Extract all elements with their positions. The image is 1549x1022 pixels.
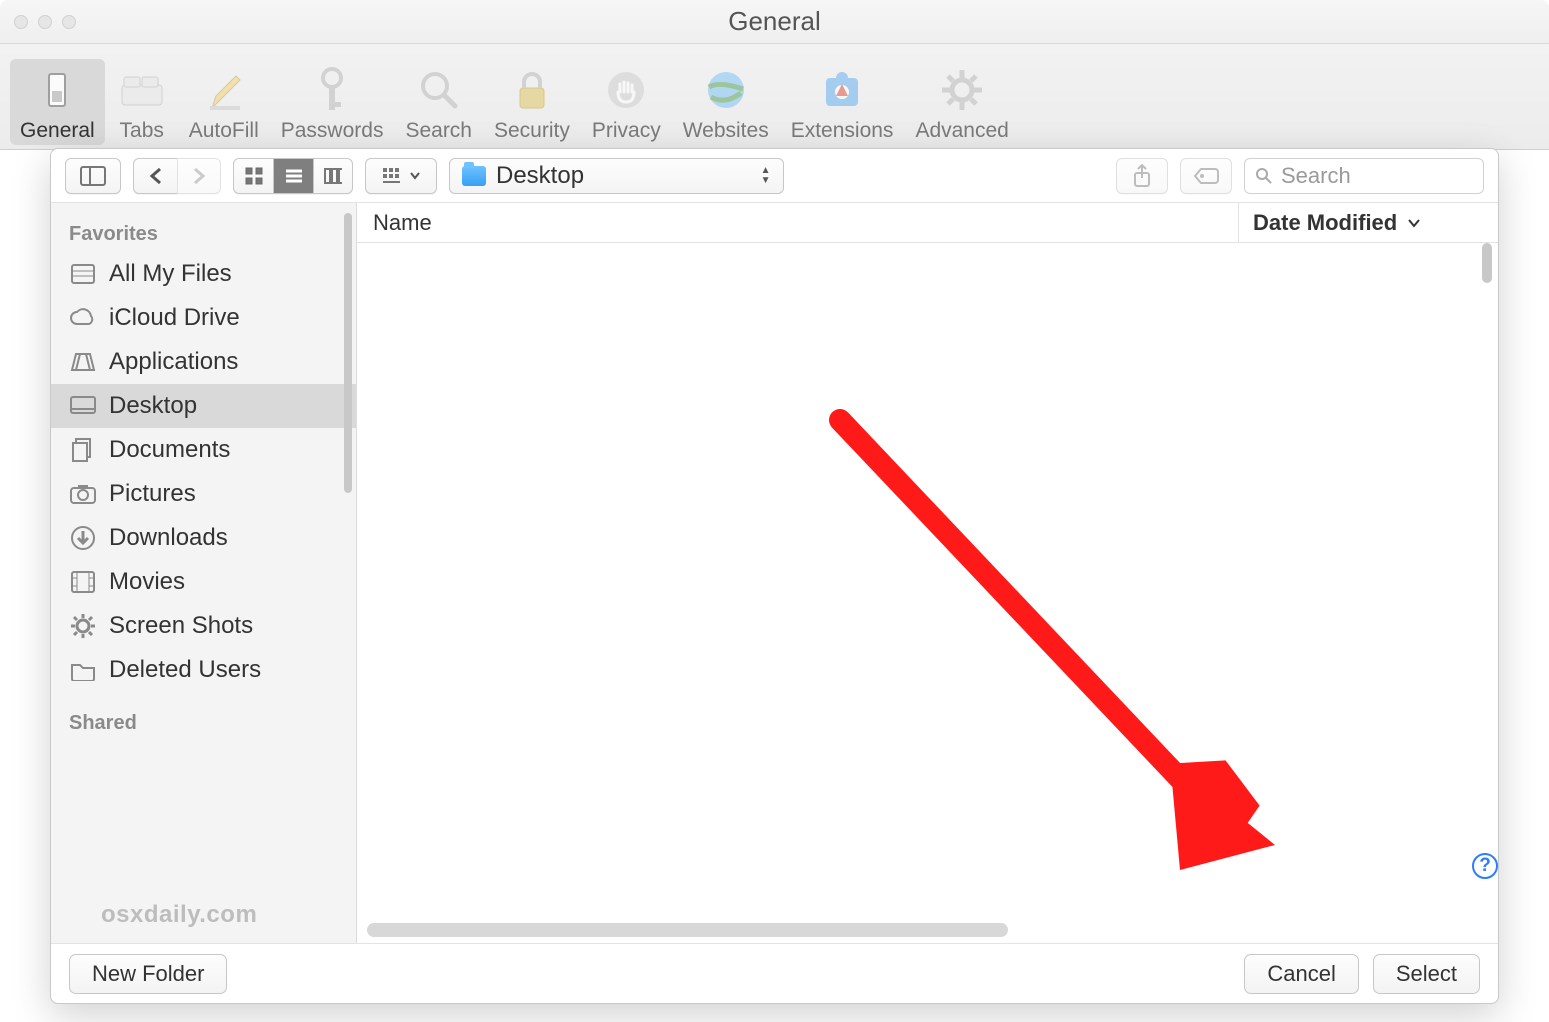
desktop-icon (69, 394, 97, 418)
puzzle-icon (817, 65, 867, 115)
folder-icon (462, 166, 486, 186)
sidebar-item-applications[interactable]: Applications (51, 340, 356, 384)
applications-icon (69, 350, 97, 374)
sidebar-item-screen-shots[interactable]: Screen Shots (51, 604, 356, 648)
file-chooser-toolbar: Desktop ▲▼ Search (51, 149, 1498, 203)
sidebar-item-pictures[interactable]: Pictures (51, 472, 356, 516)
view-list-button[interactable] (273, 158, 313, 194)
magnify-icon (414, 65, 464, 115)
pref-tab-tabs[interactable]: Tabs (107, 59, 177, 145)
sidebar-item-label: All My Files (109, 260, 232, 288)
back-button[interactable] (133, 158, 177, 194)
help-button[interactable]: ? (1472, 853, 1498, 879)
sidebar-item-all-my-files[interactable]: All My Files (51, 252, 356, 296)
pref-tab-security[interactable]: Security (484, 59, 580, 145)
key-icon (307, 65, 357, 115)
sidebar-item-label: Desktop (109, 392, 197, 420)
watermark: osxdaily.com (101, 901, 257, 929)
sidebar-item-deleted-users[interactable]: Deleted Users (51, 648, 356, 692)
cloud-icon (69, 306, 97, 330)
lock-icon (507, 65, 557, 115)
titlebar: General (0, 0, 1549, 44)
view-icon-button[interactable] (233, 158, 273, 194)
file-chooser-footer: New Folder Cancel Select (51, 943, 1498, 1003)
toggle-sidebar-button[interactable] (65, 158, 121, 194)
tags-button[interactable] (1180, 158, 1232, 194)
tabs-icon (117, 65, 167, 115)
sidebar-item-label: Screen Shots (109, 612, 253, 640)
sidebar-item-label: iCloud Drive (109, 304, 240, 332)
sidebar-item-label: Movies (109, 568, 185, 596)
group-by-button[interactable] (365, 158, 437, 194)
sidebar-item-label: Deleted Users (109, 656, 261, 684)
vertical-scrollbar[interactable] (1482, 243, 1492, 283)
downloads-icon (69, 526, 97, 550)
hand-icon (601, 65, 651, 115)
cancel-button[interactable]: Cancel (1244, 954, 1358, 994)
column-header-date-modified[interactable]: Date Modified (1238, 203, 1498, 242)
preferences-toolbar: General Tabs AutoFill Passwords Search (0, 44, 1549, 150)
nav-back-forward (133, 158, 221, 194)
pref-tab-websites[interactable]: Websites (673, 59, 779, 145)
path-popup[interactable]: Desktop ▲▼ (449, 158, 784, 194)
search-placeholder: Search (1281, 163, 1351, 189)
sidebar: Favorites All My Files iCloud Drive Appl… (51, 203, 357, 943)
sidebar-section-shared: Shared (51, 706, 356, 741)
forward-button[interactable] (177, 158, 221, 194)
gear-icon (937, 65, 987, 115)
movies-icon (69, 570, 97, 594)
select-button[interactable]: Select (1373, 954, 1480, 994)
sidebar-item-label: Downloads (109, 524, 228, 552)
pictures-icon (69, 482, 97, 506)
pref-tab-autofill[interactable]: AutoFill (179, 59, 269, 145)
window-title: General (0, 6, 1549, 37)
view-column-button[interactable] (313, 158, 353, 194)
sidebar-item-label: Pictures (109, 480, 196, 508)
file-area: Name Date Modified ? (357, 203, 1498, 943)
column-headers: Name Date Modified (357, 203, 1498, 243)
pref-tab-general[interactable]: General (10, 59, 105, 145)
documents-icon (69, 438, 97, 462)
preferences-window: General General Tabs AutoFill Pass (0, 0, 1549, 1022)
sidebar-item-movies[interactable]: Movies (51, 560, 356, 604)
horizontal-scrollbar[interactable] (367, 923, 1008, 937)
globe-icon (701, 65, 751, 115)
sidebar-scrollbar[interactable] (344, 213, 352, 493)
sidebar-item-downloads[interactable]: Downloads (51, 516, 356, 560)
view-mode-segmented (233, 158, 353, 194)
allfiles-icon (69, 262, 97, 286)
pref-tab-advanced[interactable]: Advanced (905, 59, 1018, 145)
file-chooser-sheet: Desktop ▲▼ Search Favorites (50, 148, 1499, 1004)
sidebar-item-label: Documents (109, 436, 230, 464)
sidebar-item-icloud-drive[interactable]: iCloud Drive (51, 296, 356, 340)
share-button[interactable] (1116, 158, 1168, 194)
file-list[interactable] (357, 243, 1498, 943)
sidebar-item-label: Applications (109, 348, 238, 376)
search-field[interactable]: Search (1244, 158, 1484, 194)
switch-icon (32, 65, 82, 115)
search-icon (1255, 167, 1273, 185)
new-folder-button[interactable]: New Folder (69, 954, 227, 994)
pref-tab-search[interactable]: Search (395, 59, 482, 145)
file-chooser-body: Favorites All My Files iCloud Drive Appl… (51, 203, 1498, 943)
pencil-icon (199, 65, 249, 115)
sidebar-item-documents[interactable]: Documents (51, 428, 356, 472)
chevron-down-icon (410, 172, 420, 180)
path-stepper-icon: ▲▼ (761, 167, 771, 185)
sidebar-section-favorites: Favorites (51, 217, 356, 252)
pref-tab-privacy[interactable]: Privacy (582, 59, 671, 145)
path-label: Desktop (496, 162, 584, 190)
sidebar-item-desktop[interactable]: Desktop (51, 384, 356, 428)
column-header-name[interactable]: Name (357, 210, 1238, 236)
chevron-down-icon (1407, 218, 1421, 228)
pref-tab-passwords[interactable]: Passwords (271, 59, 394, 145)
gear-small-icon (69, 614, 97, 638)
folder-small-icon (69, 658, 97, 682)
pref-tab-extensions[interactable]: Extensions (781, 59, 904, 145)
